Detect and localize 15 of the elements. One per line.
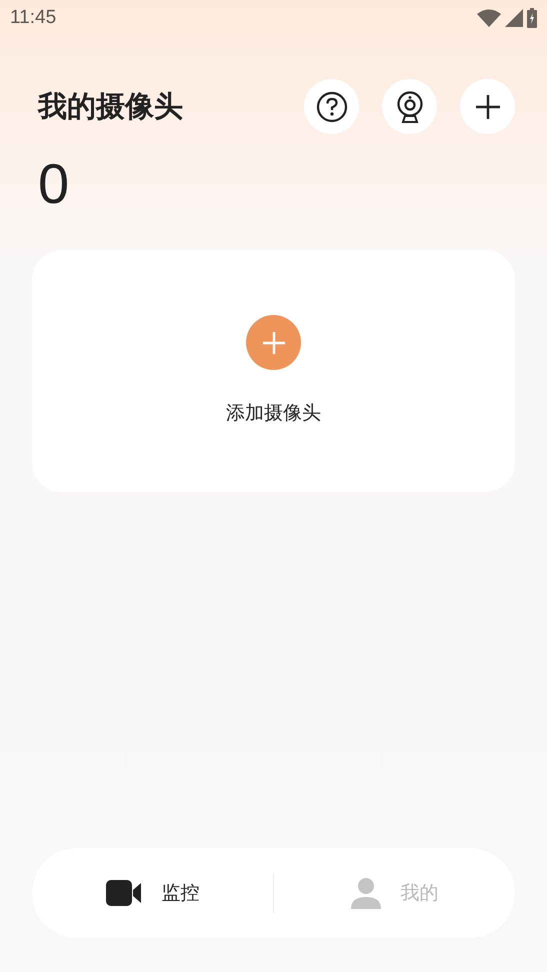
help-icon — [316, 90, 348, 122]
video-camera-icon — [106, 880, 142, 906]
battery-icon — [527, 8, 537, 28]
plus-icon — [474, 94, 500, 120]
signal-icon — [505, 9, 523, 27]
nav-tab[interactable]: 监控 — [32, 870, 273, 916]
wifi-icon — [477, 9, 501, 27]
page-title: 我的摄像头 — [38, 88, 183, 124]
status-time: 11:45 — [10, 7, 56, 29]
person-icon — [350, 877, 380, 909]
webcam-icon — [396, 90, 424, 122]
plus-icon — [262, 330, 286, 354]
camera-count: 0 — [38, 156, 70, 212]
add-camera-card[interactable]: 添加摄像头 — [32, 250, 515, 492]
add-camera-label: 添加摄像头 — [226, 401, 321, 426]
